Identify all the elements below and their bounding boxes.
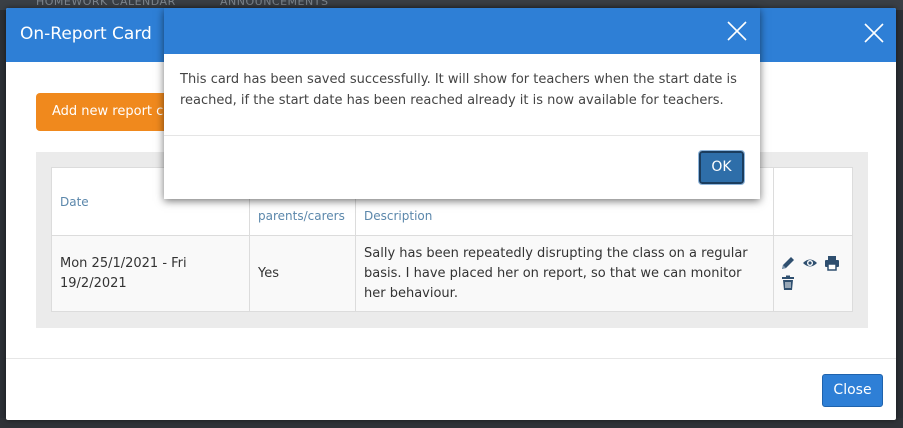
close-button[interactable]: Close	[822, 374, 883, 407]
nav-announcements: ANNOUNCEMENTS	[220, 0, 329, 8]
cell-description: Sally has been repeatedly disrupting the…	[355, 235, 774, 312]
print-icon[interactable]	[824, 255, 840, 271]
pencil-icon[interactable]	[780, 255, 796, 271]
cell-parents: Yes	[249, 235, 356, 312]
eye-icon[interactable]	[802, 255, 818, 271]
trash-icon[interactable]	[780, 275, 796, 291]
success-dialog: This card has been saved successfully. I…	[164, 8, 760, 199]
footer-divider	[6, 358, 896, 359]
dialog-divider	[164, 135, 760, 136]
cell-date: Mon 25/1/2021 - Fri 19/2/2021	[51, 235, 250, 312]
close-icon[interactable]	[862, 21, 886, 45]
dialog-header	[164, 8, 760, 54]
table-row: Mon 25/1/2021 - Fri 19/2/2021 Yes Sally …	[51, 235, 853, 312]
cell-actions	[773, 235, 853, 312]
nav-homework-calendar: HOMEWORK CALENDAR	[36, 0, 176, 8]
header-actions	[773, 167, 853, 236]
ok-button[interactable]: OK	[698, 150, 745, 185]
dialog-message: This card has been saved successfully. I…	[180, 72, 737, 108]
close-icon[interactable]	[726, 20, 748, 42]
modal-title: On-Report Card	[20, 24, 152, 44]
